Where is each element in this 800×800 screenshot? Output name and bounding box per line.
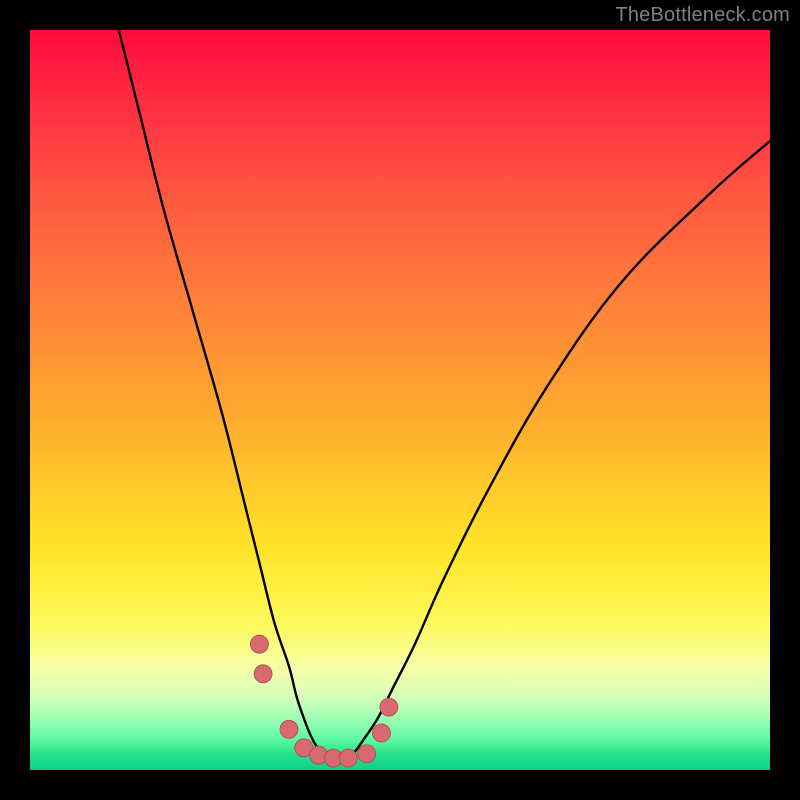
watermark-text: TheBottleneck.com xyxy=(615,4,790,27)
bottleneck-curve xyxy=(119,30,770,760)
curve-marker xyxy=(254,665,272,683)
curve-marker xyxy=(373,724,391,742)
curve-marker xyxy=(380,698,398,716)
curve-markers xyxy=(250,635,398,767)
chart-frame: TheBottleneck.com xyxy=(0,0,800,800)
curve-marker xyxy=(250,635,268,653)
curve-marker xyxy=(339,749,357,767)
curve-marker xyxy=(280,720,298,738)
curve-marker xyxy=(358,745,376,763)
curve-layer xyxy=(30,30,770,770)
plot-area xyxy=(30,30,770,770)
